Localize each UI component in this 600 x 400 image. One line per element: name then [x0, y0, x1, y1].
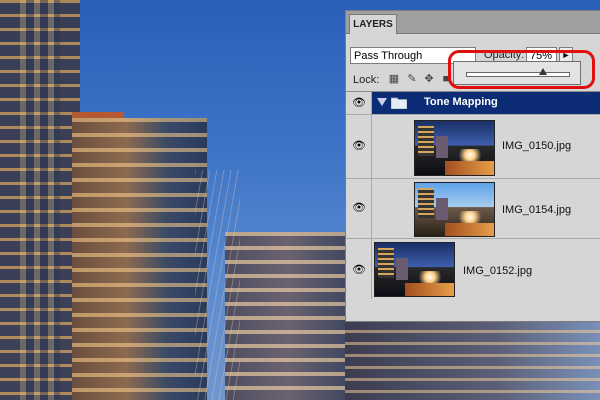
visibility-column: 👁: [346, 115, 372, 178]
visibility-column: 👁: [346, 239, 372, 299]
eye-icon[interactable]: 👁: [351, 263, 367, 277]
building-mid: [72, 118, 207, 400]
layer-name: IMG_0152.jpg: [463, 265, 533, 277]
lock-transparent-pixels-icon[interactable]: ▦: [388, 73, 400, 85]
lock-label: Lock:: [353, 74, 380, 86]
eye-icon[interactable]: 👁: [351, 201, 367, 215]
layer-row[interactable]: 👁 IMG_0152.jpg: [346, 239, 600, 299]
panel-tab-bar: LAYERS: [346, 11, 600, 34]
layer-name: Tone Mapping: [424, 96, 498, 108]
visibility-column: 👁: [346, 92, 372, 114]
layer-row[interactable]: 👁 IMG_0154.jpg: [346, 179, 600, 239]
lock-image-pixels-icon[interactable]: ✎: [406, 73, 418, 85]
layer-name: IMG_0150.jpg: [502, 140, 572, 152]
building-right: [225, 232, 350, 400]
layer-thumbnail: [414, 182, 495, 237]
tab-layers[interactable]: LAYERS: [349, 14, 397, 34]
building-left-windows: [20, 0, 60, 400]
layer-thumbnail: [414, 120, 495, 176]
building-low: [345, 318, 600, 400]
layer-thumbnail: [374, 242, 455, 297]
layer-row[interactable]: 👁 IMG_0150.jpg: [346, 115, 600, 179]
eye-icon[interactable]: 👁: [351, 96, 367, 110]
folder-icon: [391, 97, 407, 109]
highlight-annotation: [448, 50, 595, 89]
bare-tree: [195, 170, 240, 400]
expand-triangle-icon[interactable]: [377, 98, 387, 106]
layer-name: IMG_0154.jpg: [502, 204, 572, 216]
layer-row-group[interactable]: 👁 Tone Mapping: [346, 92, 600, 115]
visibility-column: 👁: [346, 179, 372, 238]
lock-position-icon[interactable]: ✥: [423, 73, 435, 85]
eye-icon[interactable]: 👁: [351, 139, 367, 153]
